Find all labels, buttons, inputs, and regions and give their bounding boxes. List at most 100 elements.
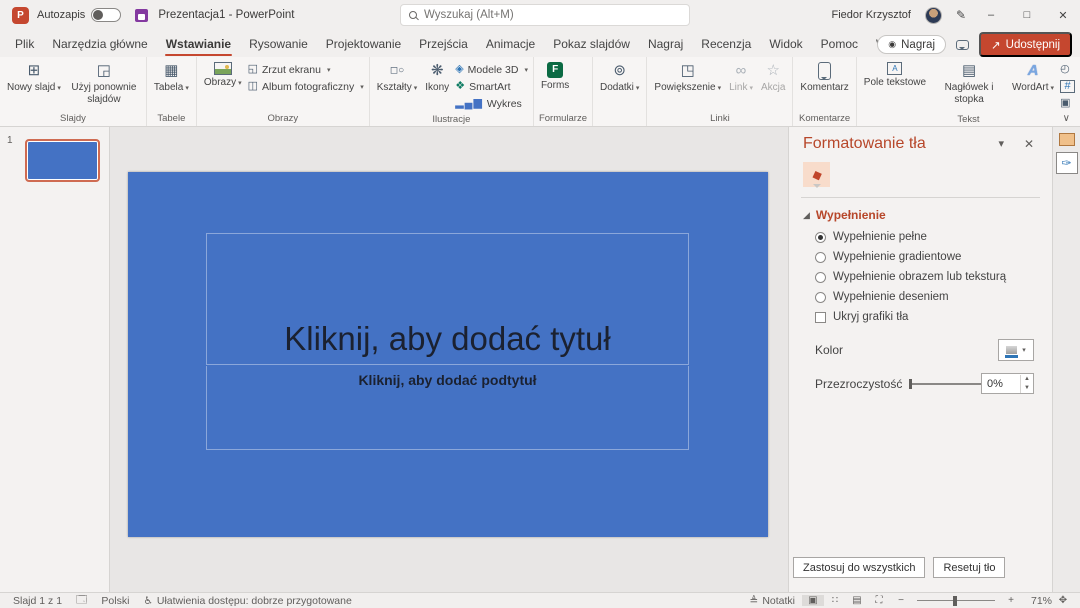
color-label: Kolor <box>815 343 843 357</box>
zoom-slider[interactable] <box>917 600 995 602</box>
display-settings-icon[interactable]: 🗔 <box>69 592 94 608</box>
spinner-up-icon[interactable]: ▲ <box>1021 375 1033 384</box>
powiekszenie-button[interactable]: ◳Powiększenie▾ <box>650 60 725 94</box>
naglowek-i-stopka-button[interactable]: ▤Nagłówek i stopka <box>930 60 1008 105</box>
document-title: Prezentacja1 - PowerPoint <box>158 9 294 21</box>
slide-canvas: Kliknij, aby dodać tytuł Kliknij, aby do… <box>110 127 788 592</box>
table-icon: ▦ <box>164 62 178 80</box>
search-input[interactable]: Wyszukaj (Alt+M) <box>400 4 690 26</box>
hide-background-checkbox[interactable] <box>815 312 826 323</box>
normal-view-button[interactable]: ▣ <box>802 595 824 606</box>
fill-option-0[interactable]: Wypełnienie pełne <box>815 231 1040 243</box>
tab-przejscia[interactable]: Przejścia <box>410 30 477 57</box>
share-button[interactable]: ↗ Udostępnij <box>979 32 1072 57</box>
tabela-button[interactable]: ▦Tabela▾ <box>150 60 193 94</box>
data-i-godzina-button[interactable]: ◴ <box>1060 62 1075 77</box>
format-background-strip-icon[interactable]: ✑ <box>1056 152 1078 174</box>
transparency-spinner[interactable]: 0% ▲▼ <box>981 373 1034 394</box>
color-dropdown-button[interactable]: ▾ <box>998 339 1034 361</box>
pen-mode-icon[interactable]: ✎ <box>956 8 966 22</box>
save-icon[interactable] <box>135 9 148 22</box>
reading-view-button[interactable]: ▤ <box>846 595 868 606</box>
zrzut-ekranu-button[interactable]: ◱Zrzut ekranu▾ <box>248 62 364 77</box>
pole-tekstowe-button[interactable]: APole tekstowe <box>860 60 930 89</box>
tab-wstawianie[interactable]: Wstawianie <box>157 30 240 57</box>
tab-projektowanie[interactable]: Projektowanie <box>317 30 410 57</box>
tab-animacje[interactable]: Animacje <box>477 30 544 57</box>
language-button[interactable]: Polski <box>94 595 136 607</box>
hide-background-checkbox-row[interactable]: Ukryj grafiki tła <box>815 311 1040 323</box>
spinner-arrows[interactable]: ▲▼ <box>1020 375 1033 393</box>
zoom-in-button[interactable]: + <box>1000 595 1022 606</box>
smartart-button[interactable]: ❖SmartArt <box>455 79 528 94</box>
spinner-down-icon[interactable]: ▼ <box>1021 384 1033 393</box>
tab-recenzja[interactable]: Recenzja <box>692 30 760 57</box>
subtitle-placeholder[interactable]: Kliknij, aby dodać podtytuł <box>206 366 689 450</box>
tab-pomoc[interactable]: Pomoc <box>812 30 867 57</box>
album-fotograficzny-button[interactable]: ◫Album fotograficzny▾ <box>248 79 364 94</box>
obiekt-button[interactable]: ▣ <box>1060 96 1075 111</box>
avatar[interactable] <box>925 7 942 24</box>
minimize-button[interactable]: – <box>980 9 1002 21</box>
zoom-out-button[interactable]: − <box>890 595 912 606</box>
tab-nagraj[interactable]: Nagraj <box>639 30 692 57</box>
close-button[interactable]: ✕ <box>1052 9 1074 22</box>
wordart-button[interactable]: AWordArt▾ <box>1008 60 1058 94</box>
chevron-down-icon: ▾ <box>1051 85 1055 92</box>
slideshow-button[interactable]: ⛶ <box>868 595 890 606</box>
radio-icon[interactable] <box>815 232 826 243</box>
zoom-slider-thumb[interactable] <box>953 596 957 606</box>
forms-button[interactable]: FForms <box>537 60 573 92</box>
accessibility-status[interactable]: ♿ Ułatwienia dostępu: dobrze przygotowan… <box>136 595 358 607</box>
numer-slajdu-button[interactable]: # <box>1060 79 1075 94</box>
slider-thumb[interactable] <box>909 379 912 389</box>
nowy-slajd-button[interactable]: ⊞Nowy slajd▾ <box>3 60 65 94</box>
dodatki-button[interactable]: ⊚Dodatki▾ <box>596 60 643 94</box>
radio-icon[interactable] <box>815 272 826 283</box>
title-placeholder[interactable]: Kliknij, aby dodać tytuł <box>206 233 689 365</box>
notes-toggle[interactable]: ≜ Notatki <box>743 595 803 607</box>
tab-pokaz-slajdow[interactable]: Pokaz slajdów <box>544 30 639 57</box>
ikony-button[interactable]: ❋Ikony <box>421 60 453 94</box>
collapse-ribbon-icon[interactable]: ∨ <box>1063 113 1070 124</box>
tab-widok[interactable]: Widok <box>760 30 811 57</box>
autosave-toggle[interactable] <box>91 8 121 22</box>
radio-icon[interactable] <box>815 292 826 303</box>
panel-close-icon[interactable]: ✕ <box>1024 137 1034 151</box>
akcja-button[interactable]: ☆Akcja <box>757 60 789 94</box>
chevron-down-icon: ▾ <box>327 66 331 74</box>
obrazy-button[interactable]: Obrazy▾ <box>200 60 246 89</box>
fill-option-2[interactable]: Wypełnienie obrazem lub teksturą <box>815 271 1040 283</box>
ribbon-group-dodatki: ⊚Dodatki▾ <box>593 57 647 126</box>
slide-thumbnail[interactable] <box>25 139 100 182</box>
fill-option-1[interactable]: Wypełnienie gradientowe <box>815 251 1040 263</box>
fill-section-header[interactable]: ◢ Wypełnienie <box>803 208 1040 222</box>
maximize-button[interactable]: □ <box>1016 9 1038 21</box>
comments-icon[interactable] <box>956 40 969 50</box>
panel-options-icon[interactable]: ▾ <box>998 137 1004 150</box>
apply-to-all-button[interactable]: Zastosuj do wszystkich <box>793 557 925 578</box>
ksztalty-button[interactable]: ◻○Kształty▾ <box>373 60 422 94</box>
slide[interactable]: Kliknij, aby dodać tytuł Kliknij, aby do… <box>128 172 768 537</box>
record-button[interactable]: ◉ Nagraj <box>877 35 946 54</box>
forms-label: Forms <box>541 80 569 92</box>
tab-plik[interactable]: Plik <box>6 30 43 57</box>
komentarz-button[interactable]: Komentarz <box>796 60 852 94</box>
link-button[interactable]: ∞Link▾ <box>725 60 757 94</box>
tab-narzedzia-glowne[interactable]: Narzędzia główne <box>43 30 156 57</box>
radio-icon[interactable] <box>815 252 826 263</box>
slide-sorter-view-button[interactable]: ∷ <box>824 595 846 606</box>
fit-slide-button[interactable]: ✥ <box>1052 595 1074 606</box>
transparency-slider[interactable] <box>910 383 981 385</box>
modele-3d-button[interactable]: ◈Modele 3D▾ <box>455 62 528 77</box>
uzyj-ponownie-slajdow-button[interactable]: ◲Użyj ponownie slajdów <box>65 60 143 105</box>
fill-option-3[interactable]: Wypełnienie deseniem <box>815 291 1040 303</box>
ribbon-group-tekst: APole tekstowe▤Nagłówek i stopkaAWordArt… <box>857 57 1080 126</box>
tab-rysowanie[interactable]: Rysowanie <box>240 30 317 57</box>
wykres-button[interactable]: ▂▄▆Wykres <box>455 96 528 111</box>
designer-panel-icon[interactable] <box>1059 133 1075 146</box>
action-icon: ☆ <box>766 62 779 80</box>
fill-bucket-icon[interactable]: ◆ <box>803 162 830 187</box>
reset-background-button[interactable]: Resetuj tło <box>933 557 1005 578</box>
main-area: 1 Kliknij, aby dodać tytuł Kliknij, aby … <box>0 127 1080 592</box>
